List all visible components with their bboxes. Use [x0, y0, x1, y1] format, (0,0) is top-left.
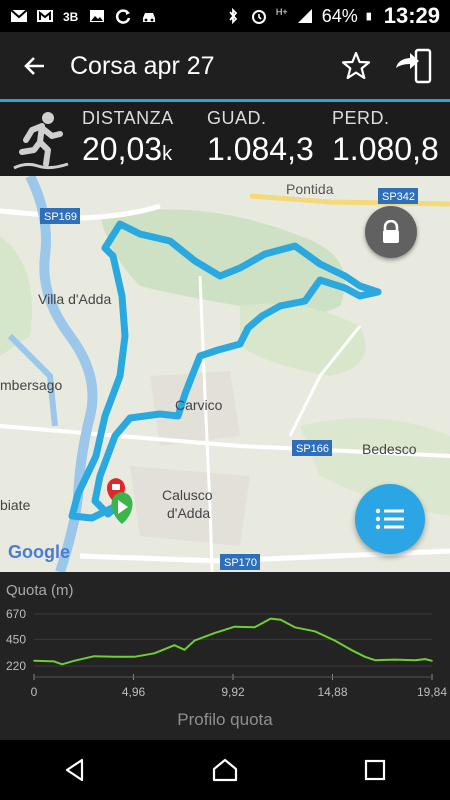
elevation-point [153, 652, 156, 655]
distance-label: DISTANZA [82, 108, 174, 128]
loss-value: 1.080,8 [332, 131, 439, 167]
elevation-point [61, 663, 63, 666]
back-triangle-icon [65, 758, 84, 782]
elevation-point [213, 632, 216, 634]
elevation-point [314, 630, 316, 633]
elevation-chart[interactable]: Quota (m) 670 450 220 0 4,96 9,92 14,88 19,84 P… [0, 572, 450, 740]
elevation-point [53, 660, 55, 663]
lock-icon [383, 220, 399, 243]
x-tick-label: 19,84 [417, 685, 447, 699]
distance-value: 20,03k [82, 131, 173, 167]
x-tick-label: 9,92 [221, 685, 245, 699]
svg-text:3B: 3B [63, 10, 79, 24]
activity-title: Corsa apr 27 [70, 51, 215, 80]
distance-unit: k [162, 143, 173, 165]
signal-icon [297, 9, 312, 23]
x-tick-label: 4,96 [122, 685, 146, 699]
elevation-point [431, 660, 433, 662]
elevation-point [33, 660, 35, 662]
sync-icon [115, 9, 131, 24]
stats-panel: DISTANZA 20,03k GUAD. 1.084,3 PERD. 1.08… [0, 102, 450, 176]
back-button[interactable] [0, 32, 70, 100]
bluetooth-icon [229, 8, 238, 24]
place-calusco: Calusco [162, 487, 213, 503]
road-label-sp342: SP342 [382, 191, 415, 203]
app-3b-icon: 3B [63, 10, 79, 24]
elevation-point [233, 625, 236, 628]
elevation-point [374, 659, 376, 662]
nav-back-button[interactable] [45, 740, 105, 800]
chart-footer: Profilo quota [177, 710, 273, 729]
x-tick-label: 14,88 [317, 685, 347, 699]
gain-label: GUAD. [207, 108, 267, 128]
home-icon [212, 758, 238, 782]
place-dadda: d'Adda [167, 505, 210, 521]
y-tick-label: 220 [6, 659, 26, 673]
elevation-point [133, 655, 136, 658]
recents-square-icon [364, 759, 386, 781]
system-nav-bar [0, 740, 450, 800]
battery-icon [366, 12, 371, 21]
y-tick-label: 450 [6, 632, 26, 646]
place-biate: biate [0, 497, 31, 513]
battery-percent: 64% [321, 5, 358, 26]
status-bar: 3B H+ 64% 13:29 [0, 0, 450, 32]
elevation-point [279, 618, 282, 621]
road-label-sp166: SP166 [296, 443, 329, 455]
gain-stat: GUAD. 1.084,3 [207, 108, 314, 168]
nav-recents-button[interactable] [345, 740, 405, 800]
place-pontida: Pontida [286, 181, 334, 197]
app-bar: Corsa apr 27 [0, 32, 450, 100]
elevation-point [183, 649, 186, 651]
elevation-point [269, 617, 272, 620]
gmail-alt-icon [37, 10, 53, 22]
elevation-point [293, 626, 296, 629]
image-icon [90, 10, 104, 22]
lock-map-button[interactable] [365, 206, 417, 258]
loss-stat: PERD. 1.080,8 [332, 108, 439, 168]
x-tick-label: 0 [31, 685, 38, 699]
runner-icon [13, 112, 69, 170]
road-label-sp169: SP169 [44, 211, 77, 223]
clock: 13:29 [383, 3, 440, 28]
elevation-point [394, 658, 396, 661]
elevation-point [253, 626, 256, 629]
nav-home-button[interactable] [195, 740, 255, 800]
place-imbersago: mbersago [0, 377, 62, 393]
distance-stat: DISTANZA 20,03k [82, 108, 174, 168]
gain-value: 1.084,3 [207, 131, 314, 167]
y-tick-label: 670 [6, 607, 26, 621]
elevation-point [113, 655, 116, 658]
elevation-point [173, 644, 176, 646]
road-label-sp170: SP170 [224, 557, 257, 569]
alarm-icon [251, 10, 266, 24]
elevation-point [350, 649, 352, 651]
elevation-plot: 670 450 220 0 4,96 9,92 14,88 19,84 [6, 607, 447, 699]
star-icon[interactable] [340, 50, 372, 82]
loss-label: PERD. [332, 108, 390, 128]
elevation-point [414, 659, 416, 662]
elevation-point [364, 655, 366, 658]
google-logo: Google [8, 542, 70, 562]
gmail-icon [10, 9, 28, 22]
share-icon[interactable] [394, 48, 432, 84]
elevation-point [193, 639, 196, 642]
elevation-point [93, 655, 95, 657]
elevation-point [424, 658, 426, 660]
place-villa-dadda: Villa d'Adda [38, 291, 111, 307]
elevation-point [73, 660, 75, 662]
network-type: H+ [275, 7, 288, 17]
place-bedesco: Bedesco [362, 441, 417, 457]
place-carvico: Carvico [175, 397, 223, 413]
elevation-point [334, 639, 336, 642]
car-icon [143, 13, 155, 22]
laps-list-button[interactable] [355, 484, 425, 554]
elevation-series-line [33, 617, 433, 666]
arrow-left-icon [24, 57, 44, 75]
list-icon [375, 508, 404, 530]
